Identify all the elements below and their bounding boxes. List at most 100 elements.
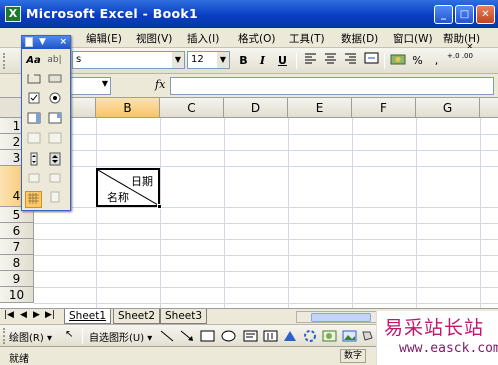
grid-line xyxy=(34,255,498,256)
currency-icon[interactable] xyxy=(389,52,406,69)
first-sheet-icon[interactable]: |◀ xyxy=(4,310,14,320)
oval-icon[interactable] xyxy=(221,330,236,342)
list-box-icon[interactable] xyxy=(25,112,42,129)
control-properties-icon[interactable] xyxy=(25,172,42,189)
wordart-icon[interactable] xyxy=(283,330,298,342)
prev-sheet-icon[interactable]: ◀ xyxy=(20,310,27,320)
close-button[interactable]: ✕ xyxy=(476,5,495,24)
button-control-icon[interactable] xyxy=(46,72,63,89)
grid-line xyxy=(160,118,161,308)
toggle-grid-icon[interactable] xyxy=(25,191,42,208)
draw-menu-button[interactable]: 绘图(R) ▾ xyxy=(9,329,52,344)
chevron-down-icon[interactable]: ▼ xyxy=(102,79,108,88)
row-header[interactable]: 9 xyxy=(0,271,34,287)
comma-button[interactable]: , xyxy=(428,52,445,69)
menu-bar: 编辑(E) 视图(V) 插入(I) 格式(O) 工具(T) 数据(D) 窗口(W… xyxy=(0,28,498,52)
menu-view[interactable]: 视图(V) xyxy=(136,31,172,46)
sheet-tab[interactable]: Sheet2 xyxy=(113,309,161,324)
merge-center-icon[interactable] xyxy=(363,52,380,69)
row-header[interactable]: 10 xyxy=(0,287,34,303)
label-icon[interactable]: Aa xyxy=(25,52,42,69)
menu-data[interactable]: 数据(D) xyxy=(341,31,378,46)
active-cell-b4[interactable]: 日期 名称 xyxy=(96,168,160,207)
menu-tools[interactable]: 工具(T) xyxy=(289,31,325,46)
excel-app-icon[interactable]: X xyxy=(5,6,21,22)
menu-help[interactable]: 帮助(H) xyxy=(443,31,480,46)
grid-line xyxy=(34,271,498,272)
row-header[interactable]: 6 xyxy=(0,223,34,239)
italic-button[interactable]: I xyxy=(254,52,271,69)
insert-picture-icon[interactable] xyxy=(342,330,357,342)
grid-line xyxy=(288,118,289,308)
combo-box-icon[interactable] xyxy=(46,112,63,129)
combo-dropdown-edit-icon[interactable] xyxy=(46,132,63,149)
scroll-bar-icon[interactable] xyxy=(25,152,42,169)
row-header[interactable]: 7 xyxy=(0,239,34,255)
edit-code-icon[interactable] xyxy=(46,172,63,189)
chevron-down-icon[interactable]: ▼ xyxy=(217,52,229,68)
combo-list-edit-icon[interactable] xyxy=(25,132,42,149)
percent-button[interactable]: % xyxy=(409,52,426,69)
align-right-icon[interactable] xyxy=(342,52,359,69)
checkbox-icon[interactable] xyxy=(25,92,42,109)
sheet-tab[interactable]: Sheet1 xyxy=(64,309,112,324)
bold-button[interactable]: B xyxy=(235,52,252,69)
column-header-h[interactable] xyxy=(480,98,498,118)
increase-decimal-button[interactable]: +.0 .00 xyxy=(447,52,473,69)
grid-line xyxy=(96,118,97,308)
line-icon[interactable] xyxy=(160,330,175,342)
arrow-icon[interactable] xyxy=(180,330,195,342)
cell-b4-bottom-left-text: 名称 xyxy=(107,191,129,204)
menu-edit[interactable]: 编辑(E) xyxy=(86,31,122,46)
clip-art-icon[interactable] xyxy=(322,330,337,342)
align-left-icon[interactable] xyxy=(302,52,319,69)
grid-line xyxy=(34,287,498,288)
column-header[interactable]: F xyxy=(352,98,416,118)
column-header[interactable]: E xyxy=(288,98,352,118)
menu-format[interactable]: 格式(O) xyxy=(238,31,275,46)
edit-box-icon[interactable]: ab| xyxy=(46,52,63,69)
column-header[interactable]: D xyxy=(224,98,288,118)
text-box-icon[interactable] xyxy=(243,330,258,342)
menu-window[interactable]: 窗口(W) xyxy=(393,31,433,46)
toolbar-grip[interactable] xyxy=(3,328,6,344)
column-header[interactable]: G xyxy=(416,98,480,118)
underline-button[interactable]: U xyxy=(274,52,291,69)
vertical-text-box-icon[interactable] xyxy=(263,330,278,342)
toolbar-grip[interactable] xyxy=(3,53,6,69)
column-header[interactable]: B xyxy=(96,98,160,118)
next-sheet-icon[interactable]: ▶ xyxy=(33,310,40,320)
maximize-button[interactable]: □ xyxy=(455,5,474,24)
chevron-down-icon[interactable]: ▼ xyxy=(172,52,184,68)
document-icon xyxy=(25,37,33,47)
font-size-combo[interactable]: 12 ▼ xyxy=(187,51,230,69)
close-icon[interactable]: × xyxy=(59,36,67,48)
group-box-icon[interactable] xyxy=(25,72,42,89)
option-button-icon[interactable] xyxy=(46,92,63,109)
autoshapes-button[interactable]: 自选图形(U) ▾ xyxy=(89,329,152,344)
run-dialog-icon[interactable] xyxy=(46,191,63,208)
minimize-button[interactable]: _ xyxy=(434,5,453,24)
diagram-icon[interactable] xyxy=(303,330,318,342)
sheet-tab[interactable]: Sheet3 xyxy=(160,309,208,324)
row-header[interactable]: 8 xyxy=(0,255,34,271)
rectangle-icon[interactable] xyxy=(200,330,215,342)
formula-input[interactable] xyxy=(170,77,494,95)
chevron-down-icon[interactable]: ▼ xyxy=(39,36,46,48)
site-watermark: 易采站长站 www.easck.com xyxy=(376,311,498,365)
forms-toolbar-title[interactable]: ▼ × xyxy=(22,36,70,49)
spinner-icon[interactable] xyxy=(46,152,63,169)
fill-handle[interactable] xyxy=(157,204,162,209)
column-header[interactable]: C xyxy=(160,98,224,118)
formula-bar: ▼ fx xyxy=(0,74,498,98)
insert-function-icon[interactable]: fx xyxy=(155,78,165,91)
fill-color-icon[interactable] xyxy=(360,330,375,342)
scrollbar-thumb[interactable] xyxy=(311,313,371,322)
select-objects-icon[interactable]: ↖ xyxy=(65,329,73,340)
align-center-icon[interactable] xyxy=(322,52,339,69)
font-name-combo[interactable]: s ▼ xyxy=(72,51,185,69)
worksheet-grid[interactable]: B C D E F G 1 2 3 4 5 6 7 8 9 10 日期 名称 xyxy=(0,98,498,308)
window-title: Microsoft Excel - Book1 xyxy=(26,6,198,21)
last-sheet-icon[interactable]: ▶| xyxy=(45,310,55,320)
menu-insert[interactable]: 插入(I) xyxy=(187,31,219,46)
